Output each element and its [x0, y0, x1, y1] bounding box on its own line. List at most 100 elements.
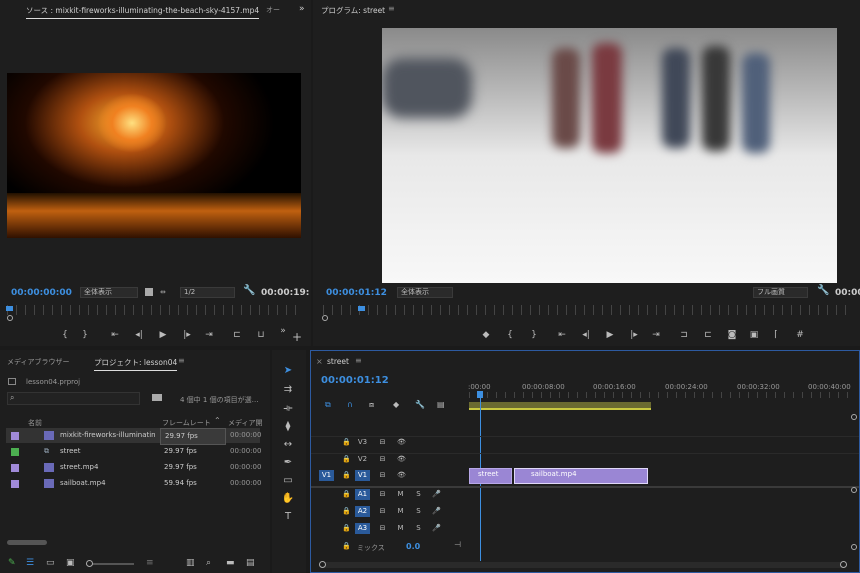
program-scroll-left[interactable]: [322, 315, 328, 321]
timeline-close-icon[interactable]: ×: [316, 357, 323, 366]
a2-mic-icon[interactable]: 🎤: [429, 506, 444, 517]
mark-in-icon[interactable]: {: [58, 330, 72, 340]
track-v3-label[interactable]: V3: [355, 437, 370, 448]
captions-icon[interactable]: ▤: [437, 400, 445, 409]
wrench-icon[interactable]: 🔧: [243, 285, 255, 296]
a3-mute[interactable]: M: [393, 523, 408, 534]
clip-sailboat[interactable]: sailboat.mp4: [514, 468, 648, 484]
track-v1-label[interactable]: V1: [355, 470, 370, 481]
program-wrench-icon[interactable]: 🔧: [817, 285, 829, 296]
a3-mic-icon[interactable]: 🎤: [429, 523, 444, 534]
track-select-icon[interactable]: ⇉: [281, 383, 295, 397]
pen-icon[interactable]: ✒: [281, 456, 295, 470]
timeline-playhead[interactable]: [477, 391, 483, 398]
source-timecode[interactable]: 00:00:00:00: [11, 288, 72, 298]
v2-lock-icon[interactable]: 🔒: [339, 454, 354, 465]
prog-go-in-icon[interactable]: ⇤: [555, 330, 569, 340]
v1-eye-icon[interactable]: 👁: [394, 470, 409, 481]
new-bin-icon[interactable]: ▬: [226, 558, 235, 568]
marker-icon[interactable]: ◆: [479, 330, 493, 340]
slip-icon[interactable]: ↔: [281, 438, 295, 452]
prog-step-back-icon[interactable]: ◂|: [579, 330, 593, 340]
v2-sync-icon[interactable]: ⊟: [375, 454, 390, 465]
timeline-hscroll[interactable]: [319, 561, 847, 568]
list-view-icon[interactable]: ☰: [26, 558, 34, 568]
v-scroll-mid[interactable]: [851, 487, 857, 493]
project-hscroll[interactable]: [7, 540, 47, 545]
timeline-ruler[interactable]: [469, 392, 855, 398]
mix-value[interactable]: 0.0: [406, 542, 420, 551]
prog-play-icon[interactable]: ▶: [603, 330, 617, 340]
mix-end-icon[interactable]: ⊣: [454, 540, 461, 549]
mark-out-icon[interactable]: }: [78, 330, 92, 340]
a2-sync-icon[interactable]: ⊟: [375, 506, 390, 517]
v3-eye-icon[interactable]: 👁: [394, 437, 409, 448]
a1-sync-icon[interactable]: ⊟: [375, 489, 390, 500]
sort-icon[interactable]: ⌃: [214, 416, 221, 425]
a2-mute[interactable]: M: [393, 506, 408, 517]
tl-wrench-icon[interactable]: 🔧: [415, 400, 425, 409]
col-framerate[interactable]: フレームレート: [162, 418, 211, 428]
project-menu-icon[interactable]: ≡: [178, 356, 185, 365]
timeline-timecode[interactable]: 00:00:01:12: [321, 375, 389, 386]
program-menu-icon[interactable]: ≡: [388, 4, 395, 13]
source-tab[interactable]: ソース : mixkit-fireworks-illuminating-the-…: [26, 5, 260, 19]
program-timecode[interactable]: 00:00:01:12: [326, 288, 387, 298]
v3-lock-icon[interactable]: 🔒: [339, 437, 354, 448]
col-name[interactable]: 名前: [28, 418, 42, 428]
prog-go-out-icon[interactable]: ⇥: [649, 330, 663, 340]
source-zoom-select[interactable]: 全体表示: [80, 287, 138, 298]
play-icon[interactable]: ▶: [156, 330, 170, 340]
timeline-menu-icon[interactable]: ≡: [355, 356, 362, 365]
col-media[interactable]: メディア開: [228, 418, 263, 428]
compare-icon[interactable]: ▣: [747, 330, 761, 340]
lift-icon[interactable]: ⊐: [677, 330, 691, 340]
list-item[interactable]: ⧉ street 29.97 fps 00:00:00: [6, 444, 261, 459]
source-tab-more[interactable]: オー: [266, 5, 280, 15]
source-settings-icon[interactable]: [145, 288, 153, 296]
program-tab[interactable]: プログラム: street: [321, 5, 385, 16]
step-back-icon[interactable]: ◂|: [132, 330, 146, 340]
panel-expand-icon[interactable]: »: [299, 4, 305, 14]
go-to-out-icon[interactable]: ⇥: [202, 330, 216, 340]
pencil-icon[interactable]: ✎: [8, 558, 16, 568]
freeform-view-icon[interactable]: ▣: [66, 558, 75, 568]
v1-sync-icon[interactable]: ⊟: [375, 470, 390, 481]
hand-icon[interactable]: ✋: [281, 492, 295, 506]
a3-sync-icon[interactable]: ⊟: [375, 523, 390, 534]
linked-icon[interactable]: ⧈: [369, 400, 374, 410]
list-item[interactable]: sailboat.mp4 59.94 fps 00:00:00: [6, 476, 261, 491]
automate-icon[interactable]: ▥: [186, 558, 195, 568]
ripple-edit-icon[interactable]: ⟛: [281, 402, 295, 416]
work-area-bar[interactable]: [469, 402, 651, 410]
insert-icon[interactable]: ⊏: [230, 330, 244, 340]
track-a1-label[interactable]: A1: [355, 489, 370, 500]
source-mark-icon[interactable]: ⇹: [160, 288, 166, 296]
snap-icon[interactable]: ∩: [347, 400, 353, 409]
more-controls-icon[interactable]: »: [276, 326, 290, 336]
tab-media-browser[interactable]: メディアブラウザー: [7, 357, 70, 367]
timeline-tab[interactable]: street: [327, 357, 349, 366]
folder-icon[interactable]: [152, 394, 162, 401]
overwrite-icon[interactable]: ⊔: [254, 330, 268, 340]
v1-source-patch[interactable]: V1: [319, 470, 334, 481]
selection-tool-icon[interactable]: ➤: [281, 364, 295, 378]
v-scroll-top[interactable]: [851, 414, 857, 420]
mix-lock-icon[interactable]: 🔒: [339, 541, 354, 552]
search-input[interactable]: ⌕: [7, 392, 140, 405]
source-resolution-select[interactable]: 1/2: [180, 287, 235, 298]
program-playhead[interactable]: [358, 306, 365, 311]
a3-solo[interactable]: S: [411, 523, 426, 534]
source-ruler[interactable]: [7, 305, 303, 315]
v1-lock-icon[interactable]: 🔒: [339, 470, 354, 481]
add-button-icon[interactable]: +: [290, 330, 304, 344]
source-playhead[interactable]: [6, 306, 13, 311]
list-item[interactable]: street.mp4 29.97 fps 00:00:00: [6, 460, 261, 475]
razor-icon[interactable]: ⧫: [281, 420, 295, 434]
a1-mic-icon[interactable]: 🎤: [429, 489, 444, 500]
a3-lock-icon[interactable]: 🔒: [339, 523, 354, 534]
prog-mark-out-icon[interactable]: }: [527, 330, 541, 340]
a1-mute[interactable]: M: [393, 489, 408, 500]
v3-sync-icon[interactable]: ⊟: [375, 437, 390, 448]
track-a3-label[interactable]: A3: [355, 523, 370, 534]
